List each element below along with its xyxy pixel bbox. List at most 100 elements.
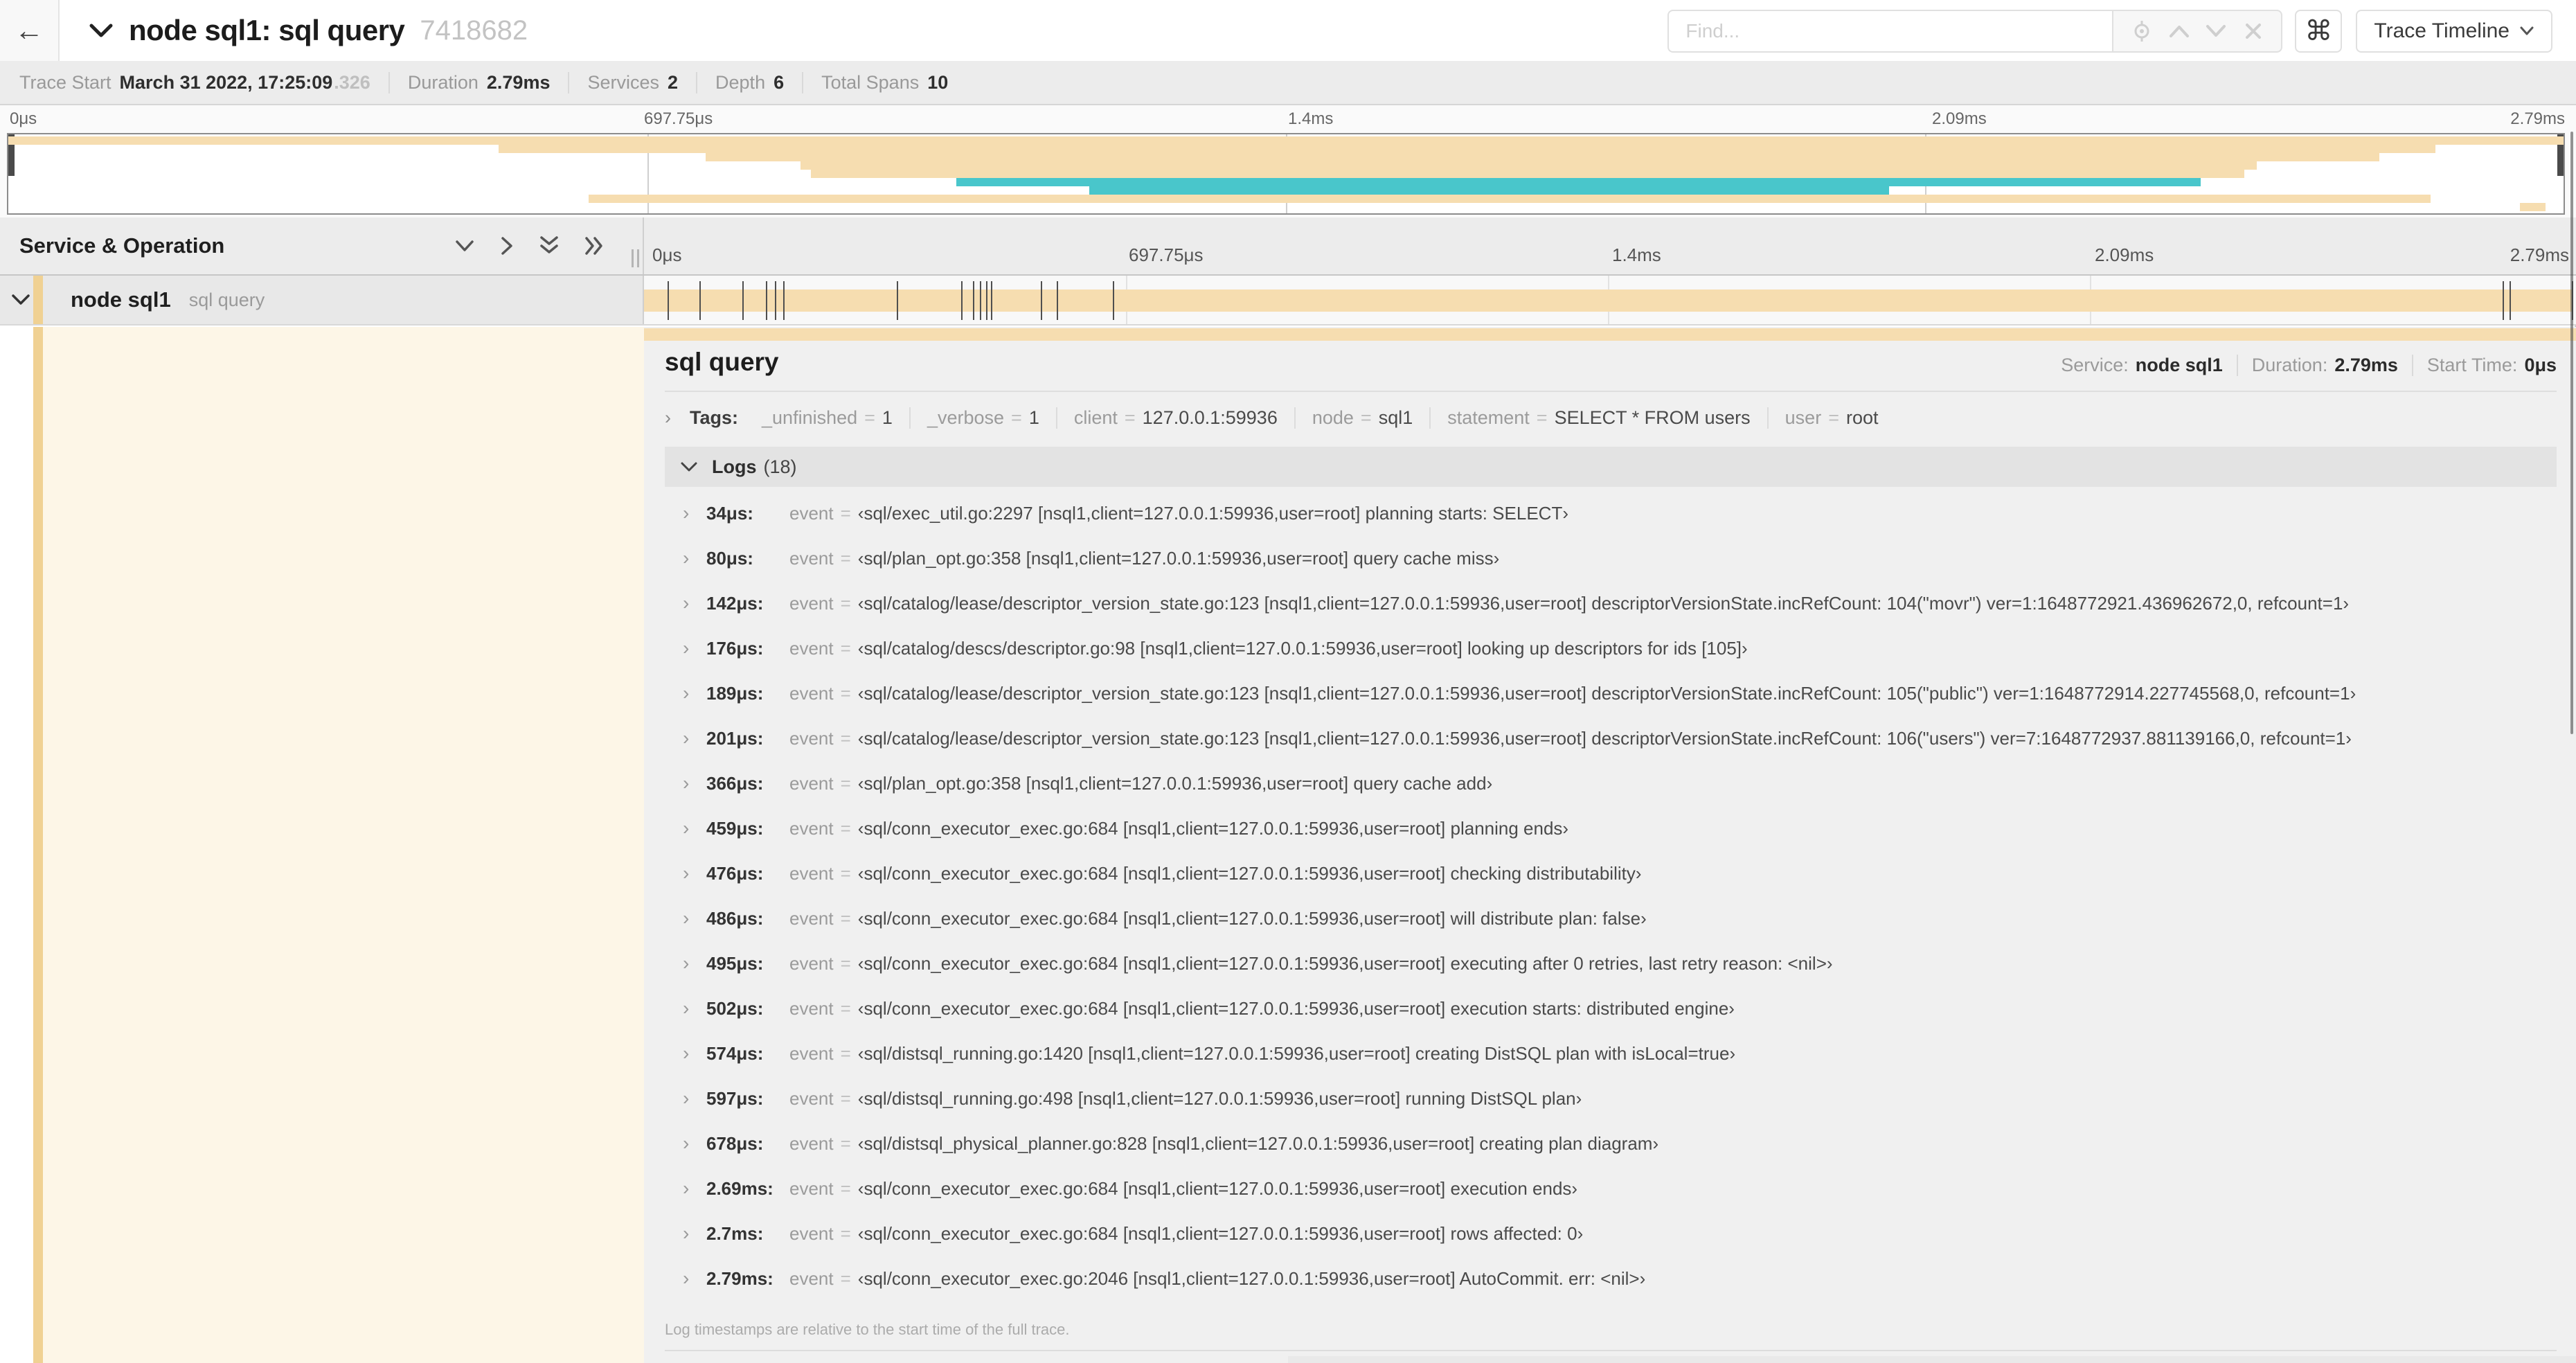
divider (665, 1350, 2557, 1351)
tag-item: user = root (1766, 407, 1895, 429)
minimap-span-bar (8, 136, 2564, 145)
log-row[interactable]: › 189μs: event = ‹sql/catalog/lease/descript… (665, 667, 2557, 712)
column-resizer-grip[interactable] (632, 249, 645, 267)
collapse-all-icon[interactable] (539, 235, 560, 256)
log-expand-chevron-icon[interactable]: › (683, 727, 706, 749)
trace-info-bar: Trace Start March 31 2022, 17:25:09.326 Du… (0, 61, 2576, 105)
find-next-icon[interactable] (2202, 17, 2230, 45)
log-field-key: event (789, 998, 834, 1019)
locate-icon[interactable] (2128, 17, 2156, 45)
log-equals: = (840, 863, 851, 884)
trace-info-value: 2.79ms (486, 71, 551, 93)
log-row[interactable]: › 486μs: event = ‹sql/conn_executor_exec.go:… (665, 892, 2557, 937)
log-field-key: event (789, 1223, 834, 1244)
log-equals: = (840, 1178, 851, 1199)
minimap-tick-label: 1.4ms (1288, 109, 1334, 128)
log-expand-chevron-icon[interactable]: › (683, 1087, 706, 1110)
log-expand-chevron-icon[interactable]: › (683, 997, 706, 1019)
scrollbar[interactable] (2570, 132, 2573, 734)
minimap-span-bar (588, 195, 2431, 203)
log-expand-chevron-icon[interactable]: › (683, 547, 706, 569)
log-row[interactable]: › 597μs: event = ‹sql/distsql_running.go:498… (665, 1072, 2557, 1117)
log-row[interactable]: › 459μs: event = ‹sql/conn_executor_exec.go:… (665, 802, 2557, 847)
header-controls: ⌘ Trace Timeline (1667, 10, 2552, 53)
log-expand-chevron-icon[interactable]: › (683, 817, 706, 839)
tag-key: _verbose (927, 407, 1005, 428)
log-expand-chevron-icon[interactable]: › (683, 862, 706, 884)
logs-header[interactable]: Logs (18) (665, 447, 2557, 487)
log-expand-chevron-icon[interactable]: › (683, 637, 706, 659)
log-marker-tick (742, 281, 744, 320)
trace-view-dropdown[interactable]: Trace Timeline (2356, 10, 2552, 53)
log-field-value: ‹sql/plan_opt.go:358 [nsql1,client=127.0… (857, 548, 1500, 569)
log-row[interactable]: › 574μs: event = ‹sql/distsql_running.go:142… (665, 1027, 2557, 1072)
log-row[interactable]: › 201μs: event = ‹sql/catalog/lease/descript… (665, 712, 2557, 757)
expand-all-icon[interactable] (584, 235, 605, 256)
log-timestamp: 80μs: (706, 548, 753, 569)
span-duration-bar[interactable] (644, 289, 2572, 312)
trace-info-value: 10 (927, 71, 949, 93)
tags-expand-chevron-icon[interactable]: › (665, 407, 690, 429)
tag-key: _unfinished (762, 407, 858, 428)
log-row[interactable]: › 476μs: event = ‹sql/conn_executor_exec.go:… (665, 847, 2557, 892)
find-clear-icon[interactable] (2239, 17, 2267, 45)
log-marker-tick (979, 281, 981, 320)
expand-one-icon[interactable] (500, 235, 514, 256)
log-timestamp: 476μs: (706, 863, 764, 884)
span-collapse-chevron-icon[interactable] (11, 294, 30, 306)
log-field-key: event (789, 638, 834, 659)
log-field-key: event (789, 818, 834, 839)
span-operation-name: sql query (188, 289, 265, 310)
log-equals: = (840, 638, 851, 659)
log-field-value: ‹sql/distsql_physical_planner.go:828 [ns… (857, 1133, 1659, 1154)
log-expand-chevron-icon[interactable]: › (683, 592, 706, 614)
log-row[interactable]: › 142μs: event = ‹sql/catalog/lease/descript… (665, 577, 2557, 622)
log-row[interactable]: › 2.79ms: event = ‹sql/conn_executor_exec.go… (665, 1252, 2557, 1297)
log-expand-chevron-icon[interactable]: › (683, 952, 706, 974)
minimap-canvas[interactable] (7, 133, 2565, 215)
span-detail-meta: Service: node sql1 Duration: 2.79ms Start Ti… (2047, 355, 2557, 376)
tag-value: 1 (882, 407, 893, 428)
log-field-value: ‹sql/conn_executor_exec.go:684 [nsql1,cl… (857, 1178, 1578, 1199)
log-expand-chevron-icon[interactable]: › (683, 907, 706, 929)
trace-collapse-chevron-icon[interactable] (89, 22, 114, 39)
span-detail-meta-item: Service: node sql1 (2047, 355, 2237, 376)
span-row-name-cell[interactable]: node sql1 sql query (0, 276, 644, 324)
log-expand-chevron-icon[interactable]: › (683, 1177, 706, 1200)
keyboard-shortcuts-button[interactable]: ⌘ (2295, 10, 2343, 53)
log-row[interactable]: › 366μs: event = ‹sql/plan_opt.go:358 [nsql1… (665, 757, 2557, 802)
log-row[interactable]: › 678μs: event = ‹sql/distsql_physical_plann… (665, 1117, 2557, 1162)
log-row[interactable]: › 502μs: event = ‹sql/conn_executor_exec.go:… (665, 982, 2557, 1027)
log-expand-chevron-icon[interactable]: › (683, 682, 706, 704)
find-input[interactable] (1667, 10, 2113, 53)
log-marker-tick (961, 281, 963, 320)
back-button[interactable]: ← (0, 0, 60, 61)
chevron-down-icon (2520, 26, 2534, 35)
log-row[interactable]: › 80μs: event = ‹sql/plan_opt.go:358 [nsql1,… (665, 532, 2557, 577)
log-row[interactable]: › 2.7ms: event = ‹sql/conn_executor_exec.go:… (665, 1207, 2557, 1252)
tag-item: statement = SELECT * FROM users (1429, 407, 1766, 429)
find-prev-icon[interactable] (2165, 17, 2193, 45)
timeline-axis: 0μs 697.75μs 1.4ms 2.09ms 2.79ms (644, 217, 2576, 274)
log-expand-chevron-icon[interactable]: › (683, 1222, 706, 1245)
span-detail-row: sql query Service: node sql1 Duration: 2.79… (0, 327, 2576, 1363)
log-field-key: event (789, 1088, 834, 1109)
log-row[interactable]: › 34μs: event = ‹sql/exec_util.go:2297 [nsql… (665, 487, 2557, 532)
log-row[interactable]: › 495μs: event = ‹sql/conn_executor_exec.go:… (665, 937, 2557, 982)
log-field-value: ‹sql/plan_opt.go:358 [nsql1,client=127.0… (857, 773, 1493, 794)
log-expand-chevron-icon[interactable]: › (683, 502, 706, 524)
log-timestamp: 2.79ms: (706, 1268, 773, 1289)
log-expand-chevron-icon[interactable]: › (683, 1042, 706, 1064)
log-expand-chevron-icon[interactable]: › (683, 1132, 706, 1155)
tag-key: node (1312, 407, 1354, 428)
log-expand-chevron-icon[interactable]: › (683, 1267, 706, 1290)
log-field-value: ‹sql/conn_executor_exec.go:684 [nsql1,cl… (857, 953, 1833, 974)
log-field-value: ‹sql/catalog/lease/descriptor_version_st… (857, 593, 2350, 614)
log-row[interactable]: › 176μs: event = ‹sql/catalog/descs/descript… (665, 622, 2557, 667)
log-expand-chevron-icon[interactable]: › (683, 772, 706, 794)
meta-label: Duration: (2251, 355, 2328, 375)
log-row[interactable]: › 2.69ms: event = ‹sql/conn_executor_exec.go… (665, 1162, 2557, 1207)
collapse-one-icon[interactable] (454, 239, 475, 253)
tags-title[interactable]: Tags: (690, 407, 738, 429)
log-field-key: event (789, 908, 834, 929)
